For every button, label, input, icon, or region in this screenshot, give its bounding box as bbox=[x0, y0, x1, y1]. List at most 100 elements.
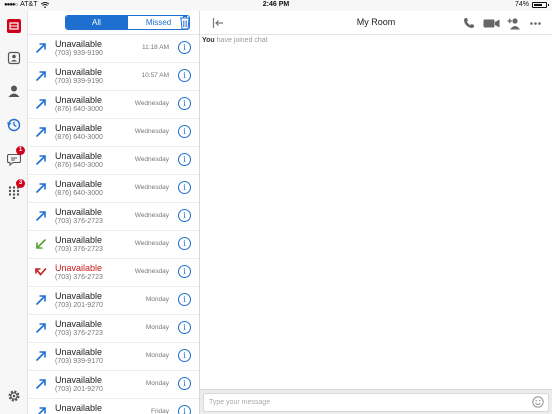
person-icon[interactable] bbox=[4, 81, 24, 101]
recents-icon[interactable] bbox=[4, 115, 24, 135]
call-row[interactable]: Unavailable (703) 201-9270 Monday i bbox=[28, 371, 199, 399]
app-logo-icon[interactable] bbox=[4, 16, 24, 36]
outgoing-call-icon bbox=[35, 71, 46, 82]
status-bar: ●●●●○ AT&T 2:46 PM 74% bbox=[0, 0, 552, 11]
caller-name: Unavailable bbox=[55, 39, 103, 49]
info-icon[interactable]: i bbox=[178, 153, 191, 166]
call-filter-segmented-control: All Missed bbox=[65, 15, 190, 30]
caller-name: Unavailable bbox=[55, 235, 103, 245]
call-row[interactable]: Unavailable (876) 640-3000 Wednesday i bbox=[28, 91, 199, 119]
call-list: Unavailable (703) 939-9190 11:18 AM i Unavai… bbox=[28, 35, 199, 414]
call-time: Wednesday bbox=[134, 184, 169, 191]
left-nav-rail: 1 3 bbox=[0, 11, 28, 414]
chat-header: My Room bbox=[200, 11, 552, 35]
call-row[interactable]: Unavailable (703) 201-9270 Monday i bbox=[28, 287, 199, 315]
outgoing-call-icon bbox=[35, 351, 46, 362]
info-icon[interactable]: i bbox=[178, 181, 191, 194]
caller-name: Unavailable bbox=[55, 67, 103, 77]
caller-name: Unavailable bbox=[55, 319, 103, 329]
trash-icon[interactable] bbox=[179, 15, 191, 30]
caller-number: (703) 201-9270 bbox=[55, 302, 103, 309]
caller-name: Unavailable bbox=[55, 347, 103, 357]
outgoing-call-icon bbox=[35, 295, 46, 306]
caller-number: (703) 201-9270 bbox=[55, 386, 103, 393]
caller-number: (876) 640-3000 bbox=[55, 162, 103, 169]
chat-badge: 1 bbox=[16, 146, 25, 155]
add-participant-icon[interactable] bbox=[506, 16, 521, 30]
message-input[interactable] bbox=[203, 393, 549, 412]
call-time: Wednesday bbox=[134, 240, 169, 247]
dialpad-badge: 3 bbox=[16, 179, 25, 188]
phone-icon[interactable] bbox=[462, 16, 476, 30]
caller-number: (703) 939-9190 bbox=[55, 50, 103, 57]
incoming-call-icon bbox=[36, 238, 47, 249]
call-row[interactable]: Unavailable (876) 640-3000 Wednesday i bbox=[28, 175, 199, 203]
dialpad-icon[interactable]: 3 bbox=[4, 179, 25, 202]
outgoing-call-icon bbox=[37, 407, 46, 414]
outgoing-call-icon bbox=[35, 155, 46, 166]
chat-icon[interactable]: 1 bbox=[4, 146, 25, 169]
call-row[interactable]: Unavailable (703) 376-2723 Wednesday i bbox=[28, 203, 199, 231]
message-sender: You bbox=[202, 37, 215, 44]
more-options-icon[interactable] bbox=[529, 16, 541, 30]
settings-icon[interactable] bbox=[4, 386, 24, 406]
call-time: 10:57 AM bbox=[141, 72, 169, 79]
call-history-pane: All Missed Unavailable (703) 939-9190 11:1… bbox=[28, 11, 200, 414]
call-time: Monday bbox=[145, 324, 169, 331]
call-row[interactable]: Unavailable (876) 640-3000 Wednesday i bbox=[28, 119, 199, 147]
call-row[interactable]: Unavailable (876) 640-3000 Wednesday i bbox=[28, 147, 199, 175]
call-time: Monday bbox=[145, 380, 169, 387]
call-time: Monday bbox=[145, 352, 169, 359]
caller-number: (703) 376-2723 bbox=[55, 246, 103, 253]
outgoing-call-icon bbox=[35, 99, 46, 110]
info-icon[interactable]: i bbox=[178, 97, 191, 110]
info-icon[interactable]: i bbox=[178, 293, 191, 306]
clock: 2:46 PM bbox=[262, 1, 290, 8]
info-icon[interactable]: i bbox=[178, 349, 191, 362]
outgoing-call-icon bbox=[35, 183, 46, 194]
call-row[interactable]: Unavailable (703) 939-9170 Monday i bbox=[28, 343, 199, 371]
call-time: Friday bbox=[150, 408, 169, 414]
info-icon[interactable]: i bbox=[178, 69, 191, 82]
call-time: Wednesday bbox=[134, 128, 169, 135]
call-row[interactable]: Unavailable (703) 376-2723 Monday i bbox=[28, 315, 199, 343]
caller-number: (876) 640-3000 bbox=[55, 190, 103, 197]
info-icon[interactable]: i bbox=[178, 41, 191, 54]
call-time: 11:18 AM bbox=[142, 44, 169, 51]
call-row[interactable]: Unavailable (703) 939-9190 11:18 AM i bbox=[28, 35, 199, 63]
outgoing-call-icon bbox=[35, 379, 46, 390]
caller-name: Unavailable bbox=[55, 179, 103, 189]
caller-number: (703) 376-2723 bbox=[55, 274, 103, 281]
outgoing-call-icon bbox=[35, 43, 46, 54]
info-icon[interactable]: i bbox=[178, 321, 191, 334]
caller-name: Unavailable bbox=[55, 375, 103, 385]
info-icon[interactable]: i bbox=[178, 237, 191, 250]
emoji-icon[interactable] bbox=[532, 396, 544, 408]
contacts-card-icon[interactable] bbox=[4, 48, 24, 68]
call-time: Monday bbox=[145, 296, 169, 303]
call-row[interactable]: Unavailable Friday i bbox=[28, 399, 199, 414]
info-icon[interactable]: i bbox=[178, 265, 191, 278]
system-message: You have joined chat bbox=[202, 37, 268, 44]
caller-number: (876) 640-3000 bbox=[55, 106, 103, 113]
call-time: Wednesday bbox=[134, 100, 169, 107]
caller-name: Unavailable bbox=[55, 95, 103, 105]
call-row[interactable]: Unavailable (703) 376-2723 Wednesday i bbox=[28, 231, 199, 259]
caller-name: Unavailable bbox=[55, 291, 103, 301]
call-list-header: All Missed bbox=[28, 11, 199, 35]
chat-pane: My Room You have joined chat bbox=[200, 11, 552, 414]
call-time: Wednesday bbox=[134, 212, 169, 219]
call-row[interactable]: Unavailable (703) 376-2723 Wednesday i bbox=[28, 259, 199, 287]
caller-name: Unavailable bbox=[55, 263, 103, 273]
caller-name: Unavailable bbox=[55, 123, 103, 133]
info-icon[interactable]: i bbox=[178, 125, 191, 138]
caller-number: (876) 640-3000 bbox=[55, 134, 103, 141]
message-composer bbox=[200, 389, 552, 414]
info-icon[interactable]: i bbox=[178, 209, 191, 222]
call-row[interactable]: Unavailable (703) 939-9190 10:57 AM i bbox=[28, 63, 199, 91]
video-call-icon[interactable] bbox=[482, 16, 500, 30]
info-icon[interactable]: i bbox=[178, 405, 191, 414]
info-icon[interactable]: i bbox=[178, 377, 191, 390]
tab-all[interactable]: All bbox=[66, 16, 127, 29]
caller-name: Unavailable bbox=[55, 151, 103, 161]
